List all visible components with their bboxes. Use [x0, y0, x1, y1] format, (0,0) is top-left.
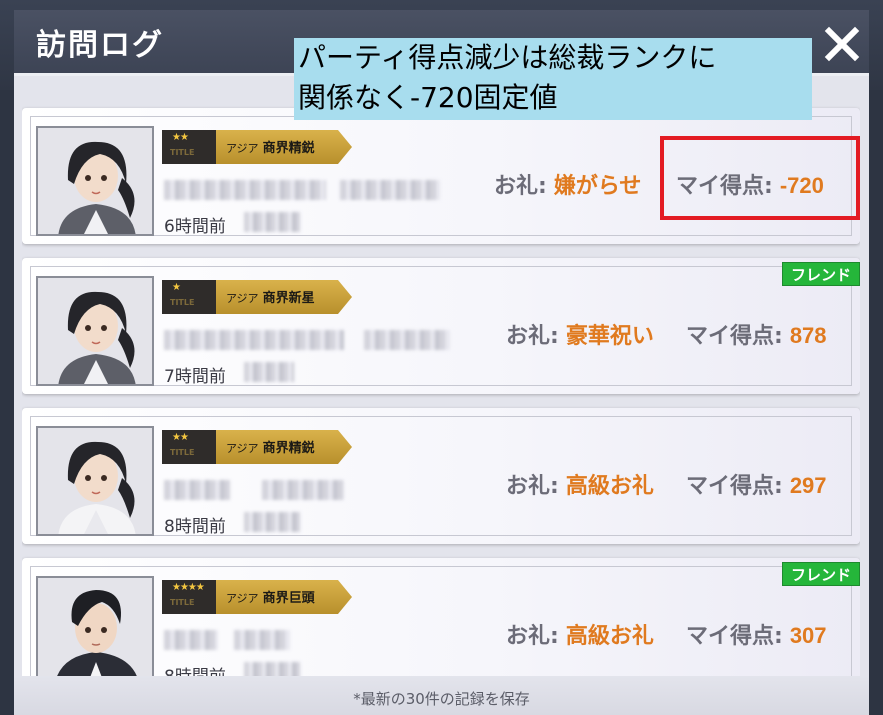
visit-time: 8時間前	[164, 517, 226, 537]
visit-time: 7時間前	[164, 367, 226, 387]
rank-name: 商界精鋭	[262, 441, 315, 456]
blurred-player-id	[340, 180, 440, 200]
rank-badge: ★ TITLE アジア 商界新星	[162, 280, 352, 314]
rank-name: 商界巨頭	[262, 591, 315, 606]
rank-stars: ★★★★	[172, 582, 205, 593]
score-label: マイ得点:	[686, 474, 783, 499]
gift-value: 高級お礼	[565, 624, 654, 649]
score-value: 878	[789, 323, 827, 348]
dialog-title: 訪問ログ	[36, 28, 164, 63]
title-tag: TITLE	[170, 298, 195, 307]
blurred-player-id	[364, 330, 450, 350]
title-tag: TITLE	[170, 598, 195, 607]
gift-info: お礼: 高級お礼	[506, 618, 654, 650]
footer-note: *最新の30件の記録を保存	[353, 690, 530, 708]
blurred-player-id	[234, 630, 290, 650]
region-label: アジア	[226, 292, 259, 305]
blurred-player-name	[164, 330, 344, 350]
region-label: アジア	[226, 592, 259, 605]
region-label: アジア	[226, 142, 259, 155]
gift-info: お礼: 嫌がらせ	[494, 168, 641, 200]
gift-label: お礼:	[506, 474, 559, 499]
gift-value: 豪華祝い	[565, 324, 654, 349]
gift-value: 嫌がらせ	[553, 174, 642, 199]
score-label: マイ得点:	[686, 624, 783, 649]
score-info: マイ得点: 878	[686, 318, 827, 350]
close-button[interactable]	[822, 24, 862, 64]
friend-tag: フレンド	[782, 262, 860, 286]
blurred-player-id	[262, 480, 344, 500]
avatar	[36, 426, 154, 536]
title-tag: TITLE	[170, 148, 195, 157]
score-label: マイ得点:	[686, 324, 783, 349]
visit-time: 8時間前	[164, 662, 226, 676]
score-info: マイ得点: 307	[686, 618, 827, 650]
blurred-player-name	[164, 630, 218, 650]
score-value: 307	[789, 623, 827, 648]
close-icon	[824, 26, 860, 62]
blurred-detail	[244, 512, 300, 532]
blurred-player-name	[164, 480, 230, 500]
friend-tag: フレンド	[782, 562, 860, 586]
visit-time: 6時間前	[164, 217, 226, 237]
score-value: 297	[789, 473, 827, 498]
annotation-line-1: パーティ得点減少は総裁ランクに	[298, 41, 717, 74]
region-label: アジア	[226, 442, 259, 455]
blurred-detail	[244, 362, 294, 382]
blurred-detail	[244, 212, 300, 232]
gift-label: お礼:	[506, 624, 559, 649]
rank-stars: ★	[172, 282, 181, 293]
gift-label: お礼:	[506, 324, 559, 349]
title-tag: TITLE	[170, 448, 195, 457]
avatar	[36, 276, 154, 386]
list-item[interactable]: ★ TITLE アジア 商界新星 7時間前 お礼: 豪華祝い マイ得点: 878 …	[22, 258, 860, 394]
gift-info: お礼: 豪華祝い	[506, 318, 654, 350]
rank-badge: ★★★★ TITLE アジア 商界巨頭	[162, 580, 352, 614]
rank-stars: ★★	[172, 132, 189, 143]
gift-value: 高級お礼	[565, 474, 654, 499]
highlight-box	[660, 136, 860, 220]
blurred-detail	[244, 662, 300, 676]
rank-name: 商界新星	[262, 291, 315, 306]
list-item[interactable]: ★★ TITLE アジア 商界精鋭 8時間前 お礼: 高級お礼 マイ得点: 297	[22, 408, 860, 544]
list-item[interactable]: ★★★★ TITLE アジア商界巨頭 8時間前 お礼: 高級お礼 マイ得点: 3…	[22, 558, 860, 676]
gift-info: お礼: 高級お礼	[506, 468, 654, 500]
annotation-line-2: 関係なく-720固定値	[298, 81, 558, 114]
annotation-note: パーティ得点減少は総裁ランクに 関係なく-720固定値	[294, 38, 812, 120]
rank-name: 商界精鋭	[262, 141, 315, 156]
score-info: マイ得点: 297	[686, 468, 827, 500]
rank-stars: ★★	[172, 432, 189, 443]
rank-badge: ★★ TITLE アジア 商界精鋭	[162, 130, 352, 164]
avatar	[36, 126, 154, 236]
gift-label: お礼:	[494, 174, 547, 199]
rank-badge: ★★ TITLE アジア 商界精鋭	[162, 430, 352, 464]
avatar	[36, 576, 154, 676]
blurred-player-name	[164, 180, 326, 200]
